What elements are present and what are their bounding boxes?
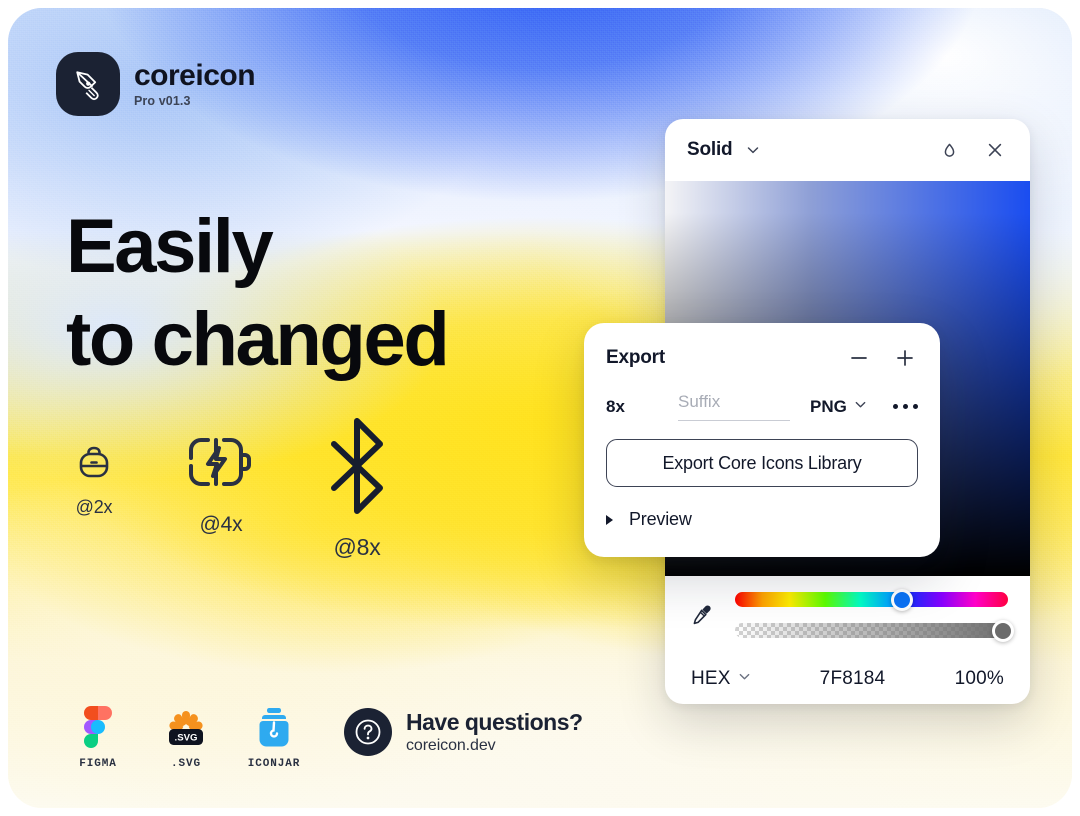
brand-logo[interactable]: coreicon Pro v01.3: [56, 52, 256, 116]
page-title: Easily to changed: [66, 201, 450, 386]
more-dot: [913, 404, 918, 409]
export-library-button[interactable]: Export Core Icons Library: [606, 439, 918, 487]
format-item-svg[interactable]: .SVG .SVG: [154, 706, 218, 770]
chevron-down-icon[interactable]: [740, 137, 766, 163]
headline-line-1: Easily: [66, 204, 274, 289]
help-url: coreicon.dev: [406, 736, 496, 754]
format-item-figma[interactable]: FIGMA: [66, 706, 130, 770]
minus-icon[interactable]: [846, 345, 872, 371]
question-mark-icon: [344, 708, 392, 756]
color-picker-footer: HEX 7F8184 100%: [665, 576, 1030, 690]
preview-label: Preview: [629, 509, 692, 529]
chevron-down-icon: [738, 670, 751, 688]
showcase-item-8x: @8x: [320, 413, 394, 561]
iconjar-logo-icon: [256, 706, 292, 750]
format-label-iconjar: ICONJAR: [247, 758, 301, 770]
export-library-button-label: Export Core Icons Library: [662, 452, 862, 473]
color-format-label: HEX: [691, 668, 731, 689]
showcase-label-2x: @2x: [75, 497, 113, 517]
screenshot-root: coreicon Pro v01.3 Easily to changed @2x…: [0, 0, 1080, 816]
export-title: Export: [606, 347, 665, 368]
pen-nib-icon: [56, 52, 120, 116]
slider-row: [687, 588, 1014, 642]
export-options-row: 8x Suffix PNG: [606, 392, 918, 421]
plus-icon[interactable]: [892, 345, 918, 371]
showcase-item-4x: @4x: [180, 428, 262, 537]
export-format-label: PNG: [810, 396, 847, 416]
hex-value-input[interactable]: 7F8184: [777, 668, 928, 690]
svg-badge-icon: .SVG: [164, 706, 208, 750]
brand-version: Pro v01.3: [134, 93, 191, 108]
droplet-icon[interactable]: [936, 137, 962, 163]
color-value-row: HEX 7F8184 100%: [687, 668, 1008, 690]
chevron-down-icon: [854, 398, 867, 416]
brand-text: coreicon Pro v01.3: [134, 59, 256, 108]
format-label-svg: .SVG: [170, 758, 201, 770]
promo-card: coreicon Pro v01.3 Easily to changed @2x…: [8, 8, 1072, 808]
export-format-dropdown[interactable]: PNG: [810, 397, 893, 417]
suffix-placeholder: Suffix: [678, 392, 721, 411]
backpack-icon: [68, 436, 120, 493]
sliders: [735, 588, 1014, 642]
hue-slider[interactable]: [735, 588, 1008, 611]
format-label-figma: FIGMA: [79, 758, 117, 770]
showcase-label-8x: @8x: [333, 534, 381, 560]
triangle-right-icon: [606, 514, 613, 525]
showcase-label-4x: @4x: [199, 513, 243, 536]
help-text: Have questions? coreicon.dev: [406, 709, 583, 754]
export-header: Export: [606, 345, 918, 371]
more-dot: [893, 404, 898, 409]
more-horizontal-icon[interactable]: [893, 404, 918, 409]
alpha-slider-handle[interactable]: [991, 619, 1014, 642]
export-panel: Export 8x Suffix PNG Export Core Icons L…: [584, 323, 940, 557]
battery-charging-icon: [180, 428, 262, 505]
showcase-item-2x: @2x: [68, 436, 120, 518]
color-picker-header: Solid: [665, 119, 1030, 181]
eyedropper-icon[interactable]: [687, 602, 717, 628]
format-item-iconjar[interactable]: ICONJAR: [242, 706, 306, 770]
color-mode-label: Solid: [687, 139, 733, 160]
more-dot: [903, 404, 908, 409]
help-link[interactable]: Have questions? coreicon.dev: [344, 708, 583, 756]
color-format-dropdown[interactable]: HEX: [691, 668, 787, 690]
hue-slider-handle[interactable]: [890, 588, 913, 611]
headline-line-2: to changed: [66, 296, 450, 382]
figma-logo-icon: [83, 706, 113, 750]
help-title: Have questions?: [406, 709, 583, 736]
footer: FIGMA .SVG .SVG ICONJAR Have questions? …: [66, 706, 583, 770]
svg-text:.SVG: .SVG: [175, 733, 198, 744]
close-icon[interactable]: [982, 137, 1008, 163]
preview-toggle[interactable]: Preview: [606, 509, 918, 530]
alpha-slider[interactable]: [735, 619, 1014, 642]
alpha-value-input[interactable]: 100%: [928, 668, 1004, 690]
suffix-input[interactable]: Suffix: [678, 392, 790, 421]
bluetooth-icon: [320, 413, 394, 524]
export-scale-value[interactable]: 8x: [606, 397, 678, 417]
brand-name: coreicon: [134, 59, 256, 93]
